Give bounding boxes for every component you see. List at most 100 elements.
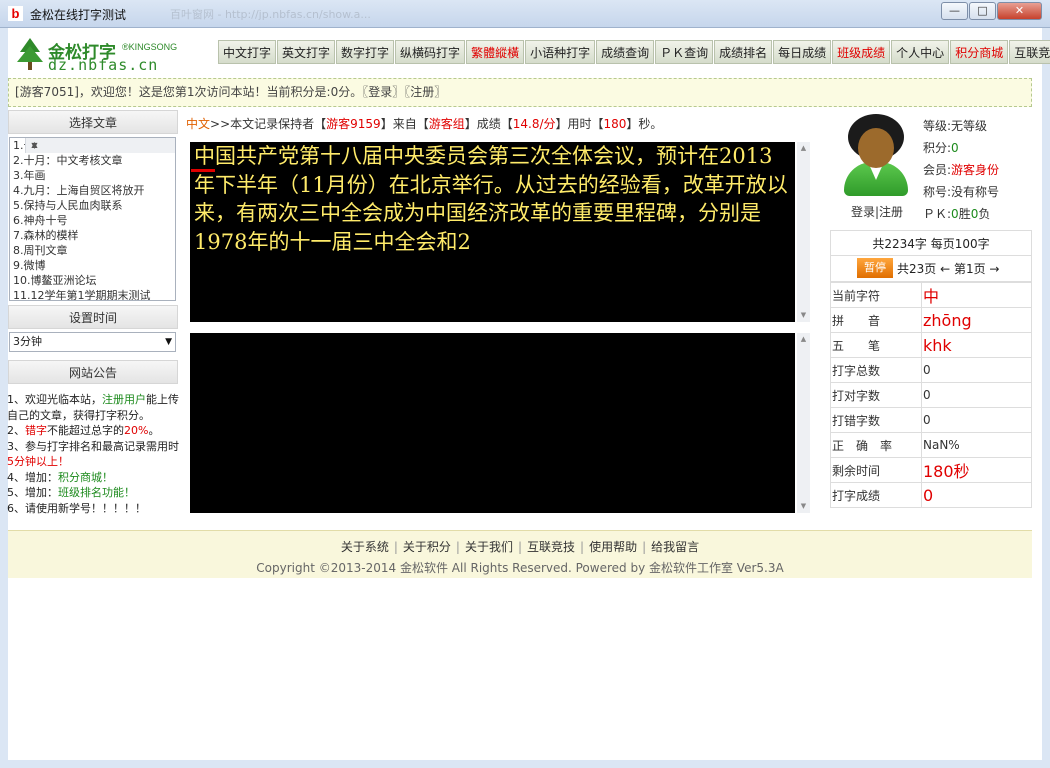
- site-logo[interactable]: 金松打字 ®KINGSONG dz.nbfas.cn: [16, 38, 196, 74]
- record-group: 游客组: [428, 117, 465, 131]
- announcement-list: 1、欢迎光临本站，注册用户能上传自己的文章，获得打字积分。 2、错字不能超过总字…: [7, 392, 185, 516]
- logo-url: dz.nbfas.cn: [48, 56, 159, 74]
- time-select-value: 3分钟: [13, 335, 42, 348]
- pause-button[interactable]: 暂停: [857, 258, 893, 278]
- stats-value: NaN%: [921, 432, 1032, 458]
- stats-value: 0: [921, 407, 1032, 433]
- article-list-item[interactable]: 2.十月：中文考核文章: [10, 153, 160, 168]
- footer-link[interactable]: 关于系统: [341, 540, 389, 554]
- footer-links: 关于系统 | 关于积分 | 关于我们 | 互联竞技 | 使用帮助 | 给我留言: [8, 538, 1032, 555]
- scroll-down-icon[interactable]: ▼: [797, 500, 810, 513]
- page-navigation[interactable]: 共23页 ← 第1页 →: [897, 256, 999, 282]
- nav-item[interactable]: 数字打字: [336, 40, 395, 64]
- stats-row: 打错字数 0: [830, 407, 1032, 433]
- link-separator: |: [393, 540, 398, 554]
- welcome-notice: [游客7051]，欢迎您！这是您第1次访问本站！当前积分是:0分。〖登录〗〖注册…: [8, 78, 1032, 107]
- stats-row: 打字总数 0: [830, 357, 1032, 383]
- nav-item[interactable]: 互联竞技: [1009, 40, 1050, 64]
- nav-item[interactable]: 成绩查询: [596, 40, 655, 64]
- link-separator: |: [642, 540, 647, 554]
- nav-item[interactable]: 每日成绩: [773, 40, 832, 64]
- footer-link[interactable]: 互联竞技: [527, 540, 575, 554]
- article-list-item[interactable]: 4.九月：上海自贸区将放开: [10, 183, 160, 198]
- nav-item[interactable]: 繁體縱橫: [466, 40, 525, 64]
- typing-stats-table: 当前字符中拼 音 zhōng 五 笔 khk 打字总数 0 打对字数 0 打错字数 0 正 确 率N…: [830, 282, 1032, 508]
- user-avatar: [842, 112, 910, 196]
- stats-label: 五 笔: [830, 332, 922, 358]
- site-footer: 关于系统 | 关于积分 | 关于我们 | 互联竞技 | 使用帮助 | 给我留言 Copyright …: [8, 530, 1032, 578]
- footer-link[interactable]: 使用帮助: [589, 540, 637, 554]
- user-info: 等级:无等级 积分:0 会员:游客身份 称号:没有称号 ＰＫ:0胜0负: [923, 115, 999, 225]
- footer-link[interactable]: 关于我们: [465, 540, 513, 554]
- article-list-item[interactable]: 9.微博: [10, 258, 160, 273]
- nav-item[interactable]: 积分商城: [950, 40, 1009, 64]
- user-points: 积分:0: [923, 141, 959, 155]
- article-list-item[interactable]: 10.博鳌亚洲论坛: [10, 273, 160, 288]
- article-list-scrollbar[interactable]: ▲ ▼: [25, 138, 175, 153]
- stats-value: 0: [921, 357, 1032, 383]
- nav-item[interactable]: 成绩排名: [714, 40, 773, 64]
- nav-item[interactable]: 纵横码打字: [395, 40, 466, 64]
- link-separator: |: [455, 540, 460, 554]
- article-list-item[interactable]: 11.12学年第1学期期末测试: [10, 288, 160, 300]
- announce-item: 4、增加：积分商城！: [7, 470, 113, 484]
- announce-item: 2、错字不能超过总字的20%。: [7, 424, 160, 437]
- user-pk: ＰＫ:0胜0负: [923, 207, 991, 221]
- source-text-panel: 中国共产党第十八届中央委员会第三次全体会议，预计在2013年下半年（11月份）在…: [190, 142, 795, 322]
- window-titlebar: b 金松在线打字测试 百叶窗网 - http://jp.nbfas.cn/sho…: [0, 0, 1050, 28]
- article-list[interactable]: 1.十一月：中文考核文章2.十月：中文考核文章3.年画4.九月：上海自贸区将放开…: [9, 137, 176, 301]
- record-holder: 游客9159: [326, 117, 381, 131]
- maximize-button[interactable]: □: [969, 2, 996, 20]
- article-list-item[interactable]: 7.森林的模样: [10, 228, 160, 243]
- stats-label: 正 确 率: [830, 432, 922, 458]
- source-text-scrollbar[interactable]: ▲ ▼: [797, 142, 810, 322]
- window-controls: — □ ✕: [940, 2, 1042, 20]
- scroll-up-icon[interactable]: ▲: [797, 142, 810, 155]
- announce-item: 1、欢迎光临本站，注册用户能上传自己的文章，获得打字积分。: [7, 393, 179, 422]
- scroll-down-icon[interactable]: ▼: [797, 309, 810, 322]
- stats-value: 0: [921, 482, 1032, 508]
- article-list-item[interactable]: 6.神舟十号: [10, 213, 160, 228]
- login-register-link[interactable]: 登录|注册: [851, 203, 903, 220]
- minimize-button[interactable]: —: [941, 2, 968, 20]
- stats-label: 剩余时间: [830, 457, 922, 483]
- nav-item[interactable]: 小语种打字: [525, 40, 596, 64]
- link-separator: |: [517, 540, 523, 554]
- nav-item[interactable]: ＰＫ查询: [655, 40, 714, 64]
- tree-logo-icon: [16, 38, 44, 70]
- close-button[interactable]: ✕: [997, 2, 1042, 20]
- announce-heading: 网站公告: [8, 360, 178, 384]
- lang-link[interactable]: 中文: [186, 117, 210, 131]
- footer-link[interactable]: 给我留言: [651, 540, 699, 554]
- announce-item: 6、请使用新学号！！！！！: [7, 501, 146, 515]
- scroll-down-icon[interactable]: ▼: [26, 139, 40, 153]
- window-title: 金松在线打字测试: [30, 8, 127, 22]
- stats-value: 中: [921, 282, 1032, 308]
- stats-value: khk: [921, 332, 1032, 358]
- footer-link[interactable]: 关于积分: [403, 540, 451, 554]
- page-summary: 共2234字 每页100字: [830, 230, 1032, 256]
- input-scrollbar[interactable]: ▲ ▼: [797, 333, 810, 513]
- nav-item[interactable]: 中文打字: [218, 40, 277, 64]
- announce-item: 3、参与打字排名和最高记录需用时5分钟以上！: [7, 439, 179, 469]
- stats-row: 打字成绩 0: [830, 482, 1032, 508]
- logo-brand: ®KINGSONG: [122, 42, 178, 52]
- nav-item[interactable]: 个人中心: [891, 40, 950, 64]
- article-list-item[interactable]: 8.周刊文章: [10, 243, 160, 258]
- stats-value: zhōng: [921, 307, 1032, 333]
- stats-value: 180秒: [921, 457, 1032, 483]
- scroll-up-icon[interactable]: ▲: [797, 333, 810, 346]
- nav-item[interactable]: 班级成绩: [832, 40, 891, 64]
- select-article-heading: 选择文章: [8, 110, 178, 134]
- pager: 暂停 共23页 ← 第1页 →: [830, 256, 1032, 282]
- nav-item[interactable]: 英文打字: [277, 40, 336, 64]
- link-separator: |: [580, 540, 585, 554]
- time-select[interactable]: 3分钟 ▼: [9, 332, 176, 352]
- stats-label: 当前字符: [830, 282, 922, 308]
- typing-input-area[interactable]: [190, 333, 795, 513]
- stats-row: 正 确 率 NaN%: [830, 432, 1032, 458]
- article-list-item[interactable]: 5.保持与人民血肉联系: [10, 198, 160, 213]
- stats-label: 拼 音: [830, 307, 922, 333]
- stats-label: 打错字数: [830, 407, 922, 433]
- article-list-item[interactable]: 3.年画: [10, 168, 160, 183]
